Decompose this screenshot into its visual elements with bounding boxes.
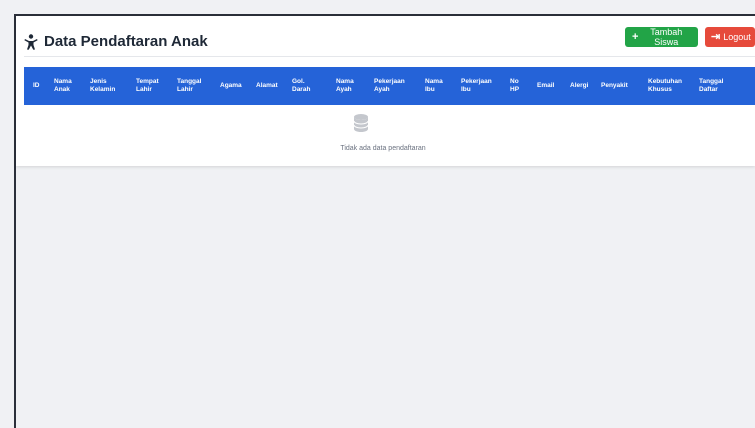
column-header-alergi: Alergi [570,82,589,89]
logout-button[interactable]: ⇥ Logout [705,27,755,47]
column-header-jenis-kelamin: Jenis Kelamin [90,78,116,93]
empty-state-message: Tidak ada data pendaftaran [340,145,426,152]
add-student-label: Tambah Siswa [650,27,683,47]
column-header-penyakit: Penyakit [601,82,628,89]
column-header-email: Email [537,82,555,89]
column-header-nama-ayah: Nama Ayah [336,78,354,93]
page-title: Data Pendaftaran Anak [24,33,208,50]
column-header-alamat: Alamat [256,82,278,89]
column-header-pekerjaan-ayah: Pekerjaan Ayah [374,78,405,93]
column-header-nama-ibu: Nama Ibu [425,78,443,93]
column-header-tanggal-lahir: Tanggal Lahir [177,78,202,93]
table-header: ID Nama Anak Jenis Kelamin Tempat Lahir … [24,67,755,105]
column-header-tanggal-daftar: Tanggal Daftar [699,78,724,93]
column-header-nama-anak: Nama Anak [54,78,72,93]
column-header-kebutuhan-khusus: Kebutuhan Khusus [648,78,682,93]
column-header-no-hp: No HP [510,78,520,93]
column-header-gol-darah: Gol. Darah [292,78,311,93]
column-header-pekerjaan-ibu: Pekerjaan Ibu [461,78,492,93]
plus-icon: + [632,30,639,43]
column-header-agama: Agama [220,82,242,89]
logout-label: Logout [723,32,751,42]
page-title-text: Data Pendaftaran Anak [44,33,208,50]
column-header-tempat-lahir: Tempat Lahir [136,78,159,93]
sign-out-icon: ⇥ [711,30,721,43]
column-header-id: ID [33,82,40,89]
child-icon [24,33,38,50]
database-icon [353,114,369,132]
header-divider [24,56,755,57]
add-student-button[interactable]: + Tambah Siswa [625,27,698,47]
